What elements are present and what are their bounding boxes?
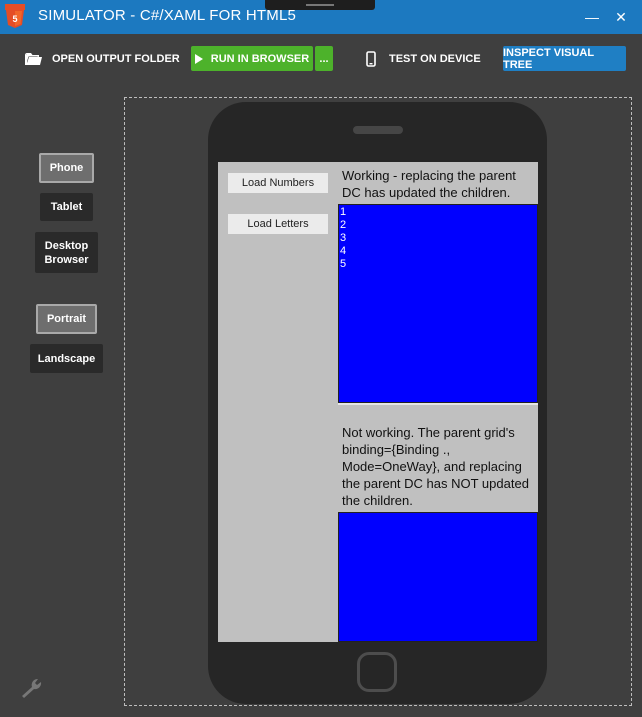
svg-text:5: 5 (12, 14, 17, 24)
portrait-orientation-button[interactable]: Portrait (36, 304, 97, 334)
portrait-label: Portrait (46, 313, 87, 325)
window-title: SIMULATOR - C#/XAML FOR HTML5 (38, 7, 297, 24)
desktop-browser-device-button[interactable]: Desktop Browser (35, 232, 98, 273)
list-item: 2 (340, 219, 347, 231)
wrench-icon[interactable] (19, 676, 45, 700)
test-on-device-button[interactable]: TEST ON DEVICE (366, 47, 481, 71)
phone-home-button (357, 652, 397, 692)
inspect-visual-tree-button[interactable]: INSPECT VISUAL TREE (503, 46, 626, 71)
list-item: 5 (340, 258, 347, 270)
phone-device-label: Phone (49, 162, 84, 174)
landscape-orientation-button[interactable]: Landscape (30, 344, 103, 373)
open-output-folder-button[interactable]: OPEN OUTPUT FOLDER (25, 47, 180, 71)
minimize-button[interactable]: — (581, 6, 603, 28)
phone-device-button[interactable]: Phone (39, 153, 94, 183)
list-item: 1 (340, 206, 347, 218)
phone-speaker (353, 126, 403, 134)
desktop-label-line2: Browser (44, 253, 89, 266)
not-working-list[interactable] (338, 512, 538, 642)
list-item: 4 (340, 245, 347, 257)
working-list-items: 12345 (340, 206, 346, 271)
horizontal-divider (338, 403, 538, 405)
run-options-label: ... (319, 52, 329, 65)
toolbar: OPEN OUTPUT FOLDER RUN IN BROWSER ... TE… (0, 34, 642, 88)
open-output-folder-label: OPEN OUTPUT FOLDER (52, 53, 180, 65)
run-options-button[interactable]: ... (315, 46, 333, 71)
inspect-visual-tree-label: INSPECT VISUAL TREE (503, 46, 594, 71)
tablet-device-button[interactable]: Tablet (40, 193, 93, 221)
folder-icon (25, 53, 42, 65)
tablet-device-label: Tablet (50, 201, 83, 213)
close-button[interactable]: ✕ (610, 6, 632, 28)
test-on-device-label: TEST ON DEVICE (389, 53, 481, 65)
landscape-label: Landscape (37, 352, 96, 365)
load-letters-button[interactable]: Load Letters (228, 214, 328, 234)
phone-icon (366, 51, 376, 67)
working-description: Working - replacing the parent DC has up… (342, 168, 516, 200)
run-in-browser-label: RUN IN BROWSER (210, 52, 310, 65)
list-item: 3 (340, 232, 347, 244)
play-icon (194, 53, 203, 64)
title-bar: 5 SIMULATOR - C#/XAML FOR HTML5 — ✕ (0, 0, 642, 34)
html5-logo-icon: 5 (5, 4, 25, 28)
window-drag-handle[interactable] (265, 0, 375, 10)
app-screen: Load Numbers Load Letters Working - repl… (218, 162, 538, 642)
not-working-description: Not working. The parent grid's binding={… (342, 425, 529, 508)
desktop-label-line1: Desktop (44, 239, 89, 252)
load-numbers-button[interactable]: Load Numbers (228, 173, 328, 193)
run-in-browser-button[interactable]: RUN IN BROWSER (191, 46, 313, 71)
working-list[interactable]: 12345 (338, 204, 538, 403)
